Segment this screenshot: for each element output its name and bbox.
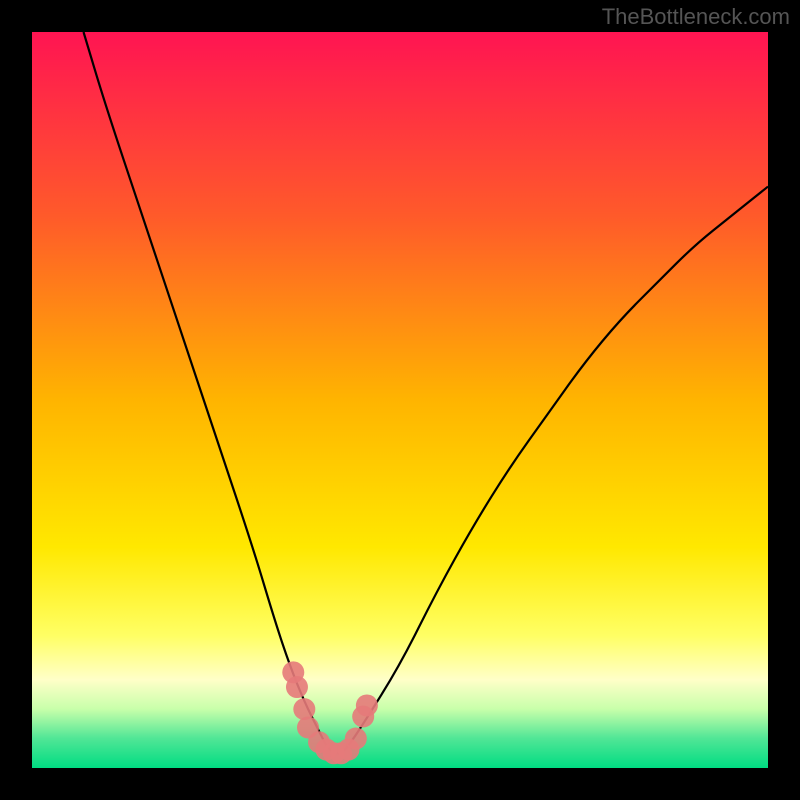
attribution-label: TheBottleneck.com — [602, 4, 790, 30]
marker-point — [286, 676, 308, 698]
bottleneck-chart — [0, 0, 800, 800]
marker-point — [293, 698, 315, 720]
marker-point — [345, 728, 367, 750]
chart-container: TheBottleneck.com — [0, 0, 800, 800]
plot-background — [32, 32, 768, 768]
marker-point — [356, 694, 378, 716]
